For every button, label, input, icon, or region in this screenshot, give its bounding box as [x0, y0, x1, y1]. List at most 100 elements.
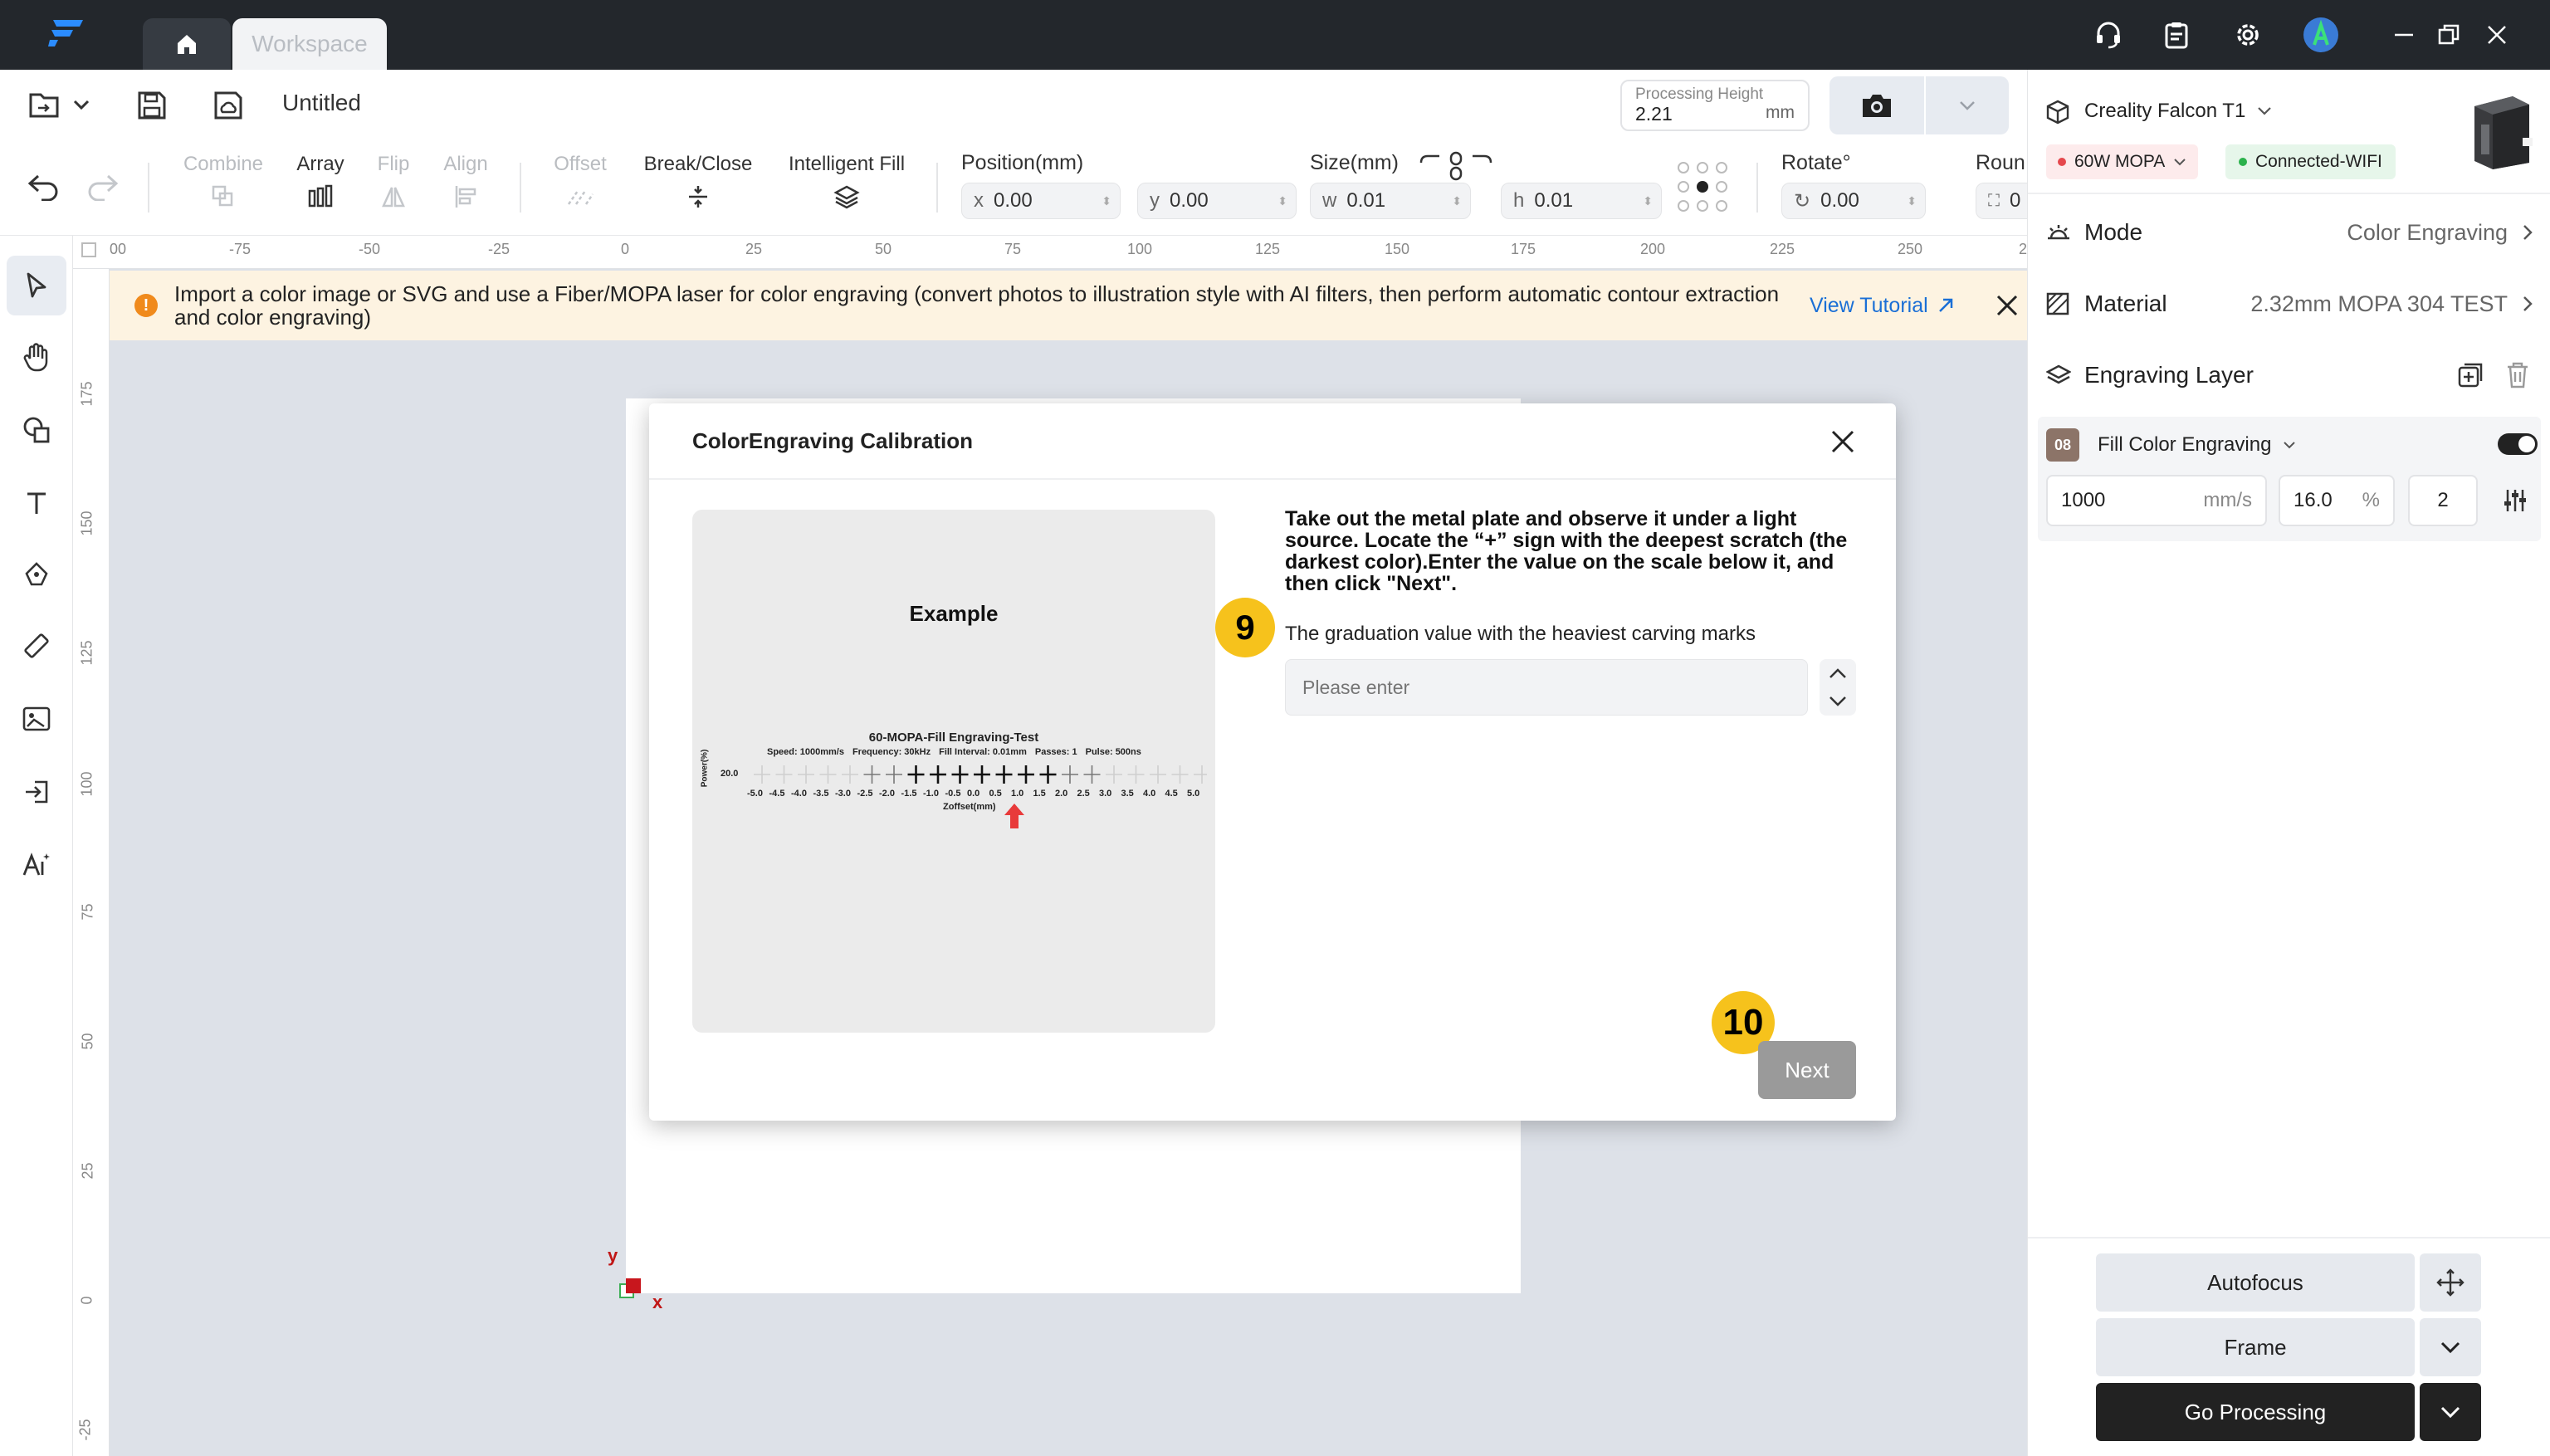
layer-visibility-toggle[interactable] — [2498, 433, 2538, 455]
go-processing-button[interactable]: Go Processing — [2096, 1383, 2415, 1441]
folder-icon — [28, 90, 61, 120]
plus-mark — [907, 765, 925, 784]
size-w-field[interactable]: w 0.01 ⬍ — [1310, 183, 1471, 219]
undo-icon[interactable] — [27, 173, 60, 201]
camera-button[interactable] — [1829, 76, 1926, 134]
settings-gear-icon[interactable] — [2231, 18, 2264, 51]
size-h-field[interactable]: h 0.01 ⬍ — [1501, 183, 1662, 219]
power-input[interactable]: 16.0 % — [2279, 475, 2395, 526]
stepper-icon[interactable]: ⬍ — [1277, 194, 1287, 208]
offset-tool[interactable]: Offset — [543, 153, 618, 209]
view-tutorial-link[interactable]: View Tutorial — [1810, 294, 1955, 318]
ruler-tick: 100 — [78, 771, 95, 797]
example-title: Example — [909, 601, 999, 626]
import-icon[interactable] — [18, 774, 55, 810]
minimize-icon[interactable] — [2387, 18, 2421, 51]
scale-label: 0.0 — [967, 789, 980, 799]
layer-type-selector[interactable]: Fill Color Engraving — [2098, 433, 2296, 457]
value-stepper — [1820, 659, 1856, 716]
next-button[interactable]: Next — [1758, 1041, 1856, 1099]
save-icon[interactable] — [136, 90, 168, 121]
flip-tool[interactable]: Flip — [369, 153, 418, 209]
speed-input[interactable]: 1000 mm/s — [2046, 475, 2267, 526]
lock-ratio-icon[interactable] — [1418, 151, 1494, 181]
position-x-field[interactable]: x 0.00 ⬍ — [961, 183, 1121, 219]
stepper-icon[interactable]: ⬍ — [1452, 194, 1462, 208]
close-banner-icon[interactable] — [1995, 293, 2020, 318]
delete-layer-icon[interactable] — [2506, 362, 2529, 388]
h-prefix: h — [1513, 189, 1525, 212]
layer-settings-icon[interactable] — [2503, 488, 2528, 513]
move-button[interactable] — [2420, 1253, 2481, 1312]
stepper-icon[interactable]: ⬍ — [1102, 194, 1111, 208]
laser-module-selector[interactable]: 60W MOPA — [2046, 144, 2199, 179]
frame-button[interactable]: Frame — [2096, 1318, 2415, 1376]
text-tool-icon[interactable] — [18, 485, 55, 521]
close-dialog-icon[interactable] — [1829, 428, 1856, 455]
layer-card[interactable]: 08 Fill Color Engraving 1000 mm/s 16.0 %… — [2038, 417, 2541, 541]
go-processing-dropdown[interactable] — [2420, 1383, 2481, 1441]
hand-pan-icon[interactable] — [18, 339, 55, 375]
position-label: Position(mm) — [961, 151, 1084, 174]
graduation-value-input[interactable] — [1285, 659, 1808, 716]
scale-label: -3.5 — [813, 789, 829, 799]
ruler-tick: 50 — [79, 1033, 96, 1050]
ruler-tick: 175 — [1511, 241, 1536, 257]
combine-tool[interactable]: Combine — [178, 153, 269, 209]
tab-workspace[interactable]: Workspace — [232, 18, 387, 70]
chevron-down-icon[interactable] — [1829, 696, 1847, 707]
ruler-tick: -25 — [76, 1419, 94, 1441]
plus-mark — [974, 765, 990, 784]
scale-label: -2.0 — [879, 789, 895, 799]
autofocus-button[interactable]: Autofocus — [2096, 1253, 2415, 1312]
layer-name: Fill Color Engraving — [2098, 433, 2272, 456]
restore-icon[interactable] — [2432, 18, 2465, 51]
support-icon[interactable] — [2092, 18, 2125, 51]
open-file-menu[interactable] — [28, 90, 90, 120]
align-tool[interactable]: Align — [437, 153, 495, 209]
power-unit: % — [2362, 489, 2380, 511]
home-icon — [174, 32, 199, 56]
passes-input[interactable]: 2 — [2408, 475, 2478, 526]
image-icon[interactable] — [18, 701, 55, 737]
position-y-field[interactable]: y 0.00 ⬍ — [1137, 183, 1297, 219]
pen-tool-icon[interactable] — [18, 556, 55, 593]
round-field[interactable]: ⛶ 0 — [1976, 183, 2027, 219]
rotate-label: Rotate° — [1781, 151, 1851, 174]
scale-label: 2.5 — [1077, 789, 1090, 799]
stepper-icon[interactable]: ⬍ — [1907, 194, 1917, 208]
test-param: Pulse: 500ns — [1085, 747, 1141, 757]
divider — [936, 163, 938, 213]
device-selector[interactable]: Creality Falcon T1 — [2084, 100, 2272, 123]
ruler-tick: 25 — [745, 241, 763, 257]
save-cloud-icon[interactable] — [212, 90, 244, 121]
array-tool[interactable]: Array — [287, 153, 354, 209]
anchor-point-grid[interactable] — [1675, 159, 1730, 214]
clipboard-icon[interactable] — [2160, 18, 2193, 51]
close-window-icon[interactable] — [2480, 18, 2513, 51]
rotate-field[interactable]: ↻ 0.00 ⬍ — [1781, 183, 1926, 219]
select-pointer-icon[interactable] — [18, 267, 55, 304]
ruler-tick: 2 — [2019, 241, 2028, 257]
chevron-up-icon[interactable] — [1829, 667, 1847, 679]
chevron-down-icon — [2173, 158, 2186, 166]
measure-ruler-icon[interactable] — [18, 628, 55, 664]
warning-icon: ! — [134, 294, 158, 317]
frame-dropdown[interactable] — [2420, 1318, 2481, 1376]
shapes-icon[interactable] — [18, 412, 55, 448]
divider — [649, 478, 1896, 480]
user-avatar[interactable] — [2303, 17, 2339, 53]
tab-home[interactable] — [143, 18, 231, 70]
ai-tool-icon[interactable] — [18, 847, 55, 883]
mode-row[interactable]: Mode Color Engraving — [2046, 198, 2533, 267]
mode-label: Mode — [2084, 219, 2143, 245]
processing-height-field[interactable]: Processing Height 2.21 mm — [1620, 80, 1810, 131]
redo-icon[interactable] — [86, 173, 120, 201]
break-close-tool[interactable]: Break/Close — [636, 153, 760, 209]
material-row[interactable]: Material 2.32mm MOPA 304 TEST — [2046, 269, 2533, 339]
add-layer-icon[interactable] — [2456, 361, 2484, 389]
stepper-icon[interactable]: ⬍ — [1643, 194, 1653, 208]
intelligent-fill-tool[interactable]: Intelligent Fill — [780, 153, 913, 209]
scale-label: -3.0 — [835, 789, 851, 799]
camera-dropdown[interactable] — [1926, 76, 2009, 134]
